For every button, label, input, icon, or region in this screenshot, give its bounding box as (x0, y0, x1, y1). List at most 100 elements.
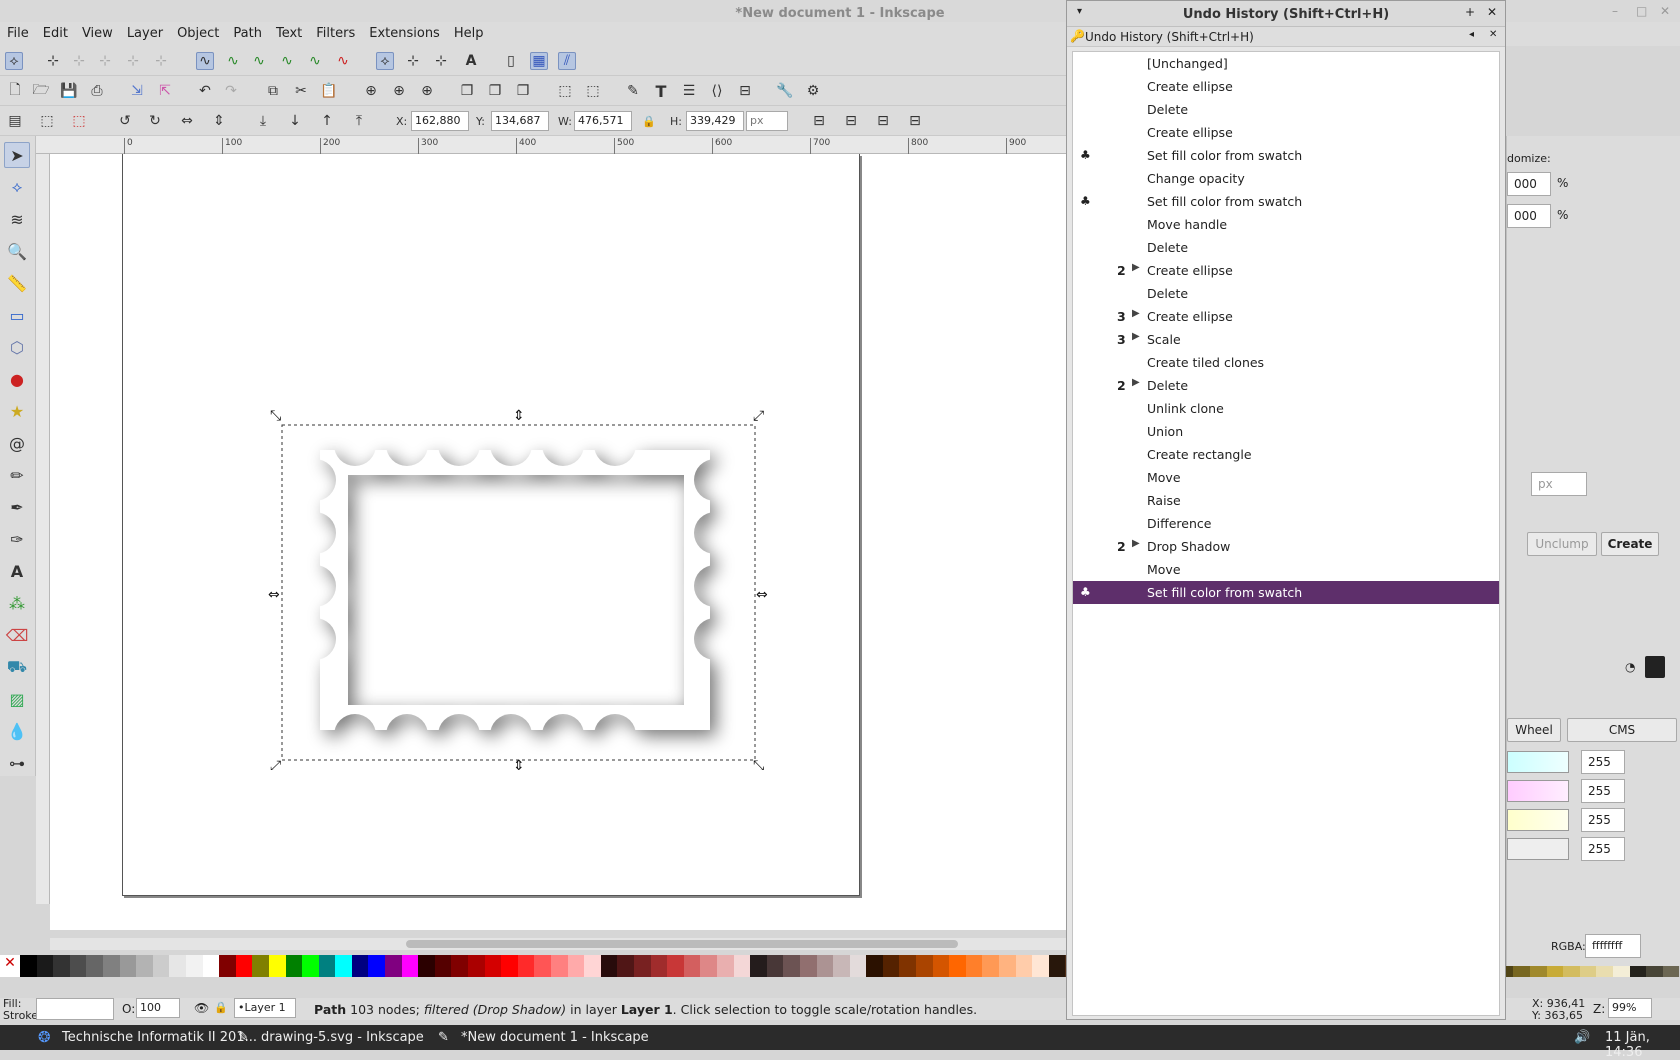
palette-swatch[interactable] (882, 955, 900, 977)
menu-extensions[interactable]: Extensions (362, 22, 447, 45)
palette-swatch[interactable] (86, 955, 103, 977)
fill-rule-nonzero-icon[interactable] (1645, 656, 1665, 678)
text-font-icon[interactable]: T (652, 82, 670, 101)
rotate-cw-icon[interactable]: ↻ (146, 112, 164, 130)
minimize-window-button[interactable]: – (1612, 4, 1618, 18)
fill-stroke-icon[interactable]: ✎ (624, 82, 642, 100)
menu-layer[interactable]: Layer (120, 22, 170, 45)
copy-icon[interactable]: ⧉ (264, 82, 282, 100)
fill-rule-icon[interactable]: ◔ (1625, 660, 1635, 674)
taskbar-item-3[interactable]: *New document 1 - Inkscape (461, 1030, 649, 1045)
history-item[interactable]: ♣ Set fill color from swatch (1073, 144, 1499, 167)
palette-swatch[interactable] (1015, 955, 1033, 977)
scrollbar-thumb[interactable] (406, 940, 958, 948)
gradient-tool-icon[interactable]: ▨ (4, 686, 30, 712)
select-all-icon[interactable]: ▤ (6, 112, 24, 130)
palette-swatch[interactable] (1032, 955, 1049, 977)
eraser-tool-icon[interactable]: ⌫ (4, 622, 30, 648)
node-edit-icon[interactable]: ⟡ (5, 52, 23, 70)
blue-slider[interactable] (1507, 809, 1569, 831)
history-item[interactable]: Delete (1073, 282, 1499, 305)
align-icon[interactable]: ⊟ (736, 82, 754, 100)
palette-swatch[interactable] (69, 955, 87, 977)
palette-swatch[interactable] (484, 955, 502, 977)
width-input[interactable]: 476,571 (574, 111, 632, 131)
auto-node-icon[interactable]: ∿ (278, 52, 296, 70)
palette-swatch[interactable] (318, 955, 336, 977)
spiral-tool-icon[interactable]: @ (4, 430, 30, 456)
history-item[interactable]: 2 ▶ Delete (1073, 374, 1499, 397)
palette-swatch[interactable] (401, 955, 419, 977)
palette-swatch[interactable] (36, 955, 54, 977)
palette-swatch[interactable] (799, 955, 817, 977)
history-item[interactable]: Create ellipse (1073, 121, 1499, 144)
line-segment-icon[interactable]: ∿ (306, 52, 324, 70)
cusp-node-icon[interactable]: ∿ (196, 52, 214, 70)
palette-swatch[interactable] (534, 955, 551, 977)
palette-swatch[interactable] (899, 955, 917, 977)
selector-tool-icon[interactable]: ➤ (4, 142, 30, 168)
expand-arrow-icon[interactable]: ▶ (1132, 308, 1140, 319)
node-tool-icon[interactable]: ⟡ (4, 174, 30, 200)
break-path-icon[interactable]: ⊹ (124, 52, 142, 70)
menu-object[interactable]: Object (170, 22, 226, 45)
lock-icon[interactable]: 🔒 (640, 112, 658, 130)
show-mask-icon[interactable]: ⊹ (404, 52, 422, 70)
palette-swatch[interactable] (1048, 955, 1066, 977)
insert-node-icon[interactable]: ⊹ (44, 52, 62, 70)
palette-swatch[interactable] (932, 955, 950, 977)
palette-swatch[interactable] (965, 955, 983, 977)
duplicate-icon[interactable]: ❐ (458, 82, 476, 100)
show-handles-icon[interactable]: ⟡ (376, 52, 394, 70)
palette-swatch[interactable] (185, 955, 203, 977)
unlink-clone-icon[interactable]: ❐ (514, 82, 532, 100)
toggle-visibility-icon[interactable]: 👁 (194, 1001, 209, 1015)
preferences-icon[interactable]: 🔧 (776, 82, 794, 100)
zoom-input[interactable]: 99% (1608, 998, 1652, 1018)
volume-icon[interactable]: 🔊 (1574, 1030, 1590, 1045)
menu-file[interactable]: File (0, 22, 36, 45)
layers-icon[interactable]: ☰ (680, 82, 698, 100)
opacity-input[interactable]: 100 (136, 998, 180, 1018)
palette-swatch[interactable] (20, 955, 37, 977)
pencil-tool-icon[interactable]: ✏ (4, 462, 30, 488)
history-item[interactable]: 2 ▶ Drop Shadow (1073, 535, 1499, 558)
undo-icon[interactable]: ↶ (196, 82, 214, 100)
open-icon[interactable]: 🗁 (32, 82, 50, 100)
history-item[interactable]: Move handle (1073, 213, 1499, 236)
dock-icon[interactable]: ◂ (1469, 29, 1474, 40)
dialog-close-icon[interactable]: ✕ (1487, 5, 1497, 19)
randomize-spin-2[interactable]: 000 (1507, 204, 1551, 228)
box3d-tool-icon[interactable]: ⬡ (4, 334, 30, 360)
palette-swatch[interactable] (667, 955, 684, 977)
pen-tool-icon[interactable]: ✒ (4, 494, 30, 520)
text-tool-icon[interactable]: A (4, 558, 30, 584)
palette-swatch[interactable] (351, 955, 369, 977)
stamp-drawing[interactable]: ⤡ ⇕ ⤢ ⇔ ⇔ ⤢ ⇕ ⤡ (260, 405, 775, 770)
palette-swatch[interactable] (949, 955, 966, 977)
scale-corners-icon[interactable]: ⊟ (842, 112, 860, 130)
palette-swatch[interactable] (982, 955, 1000, 977)
palette-swatch[interactable] (766, 955, 784, 977)
history-item[interactable]: Change opacity (1073, 167, 1499, 190)
create-button[interactable]: Create (1601, 532, 1659, 556)
palette-swatch[interactable] (849, 955, 867, 977)
start-menu-icon[interactable]: ❂ (38, 1028, 51, 1046)
menu-edit[interactable]: Edit (36, 22, 75, 45)
spray-tool-icon[interactable]: ⁂ (4, 590, 30, 616)
palette-swatch[interactable] (833, 955, 850, 977)
palette-swatch[interactable] (584, 955, 601, 977)
palette-swatch[interactable] (468, 955, 485, 977)
palette-swatch[interactable] (866, 955, 883, 977)
palette-swatch[interactable] (235, 955, 253, 977)
paste-icon[interactable]: 📋 (320, 82, 338, 100)
ellipse-tool-icon[interactable]: ● (4, 366, 30, 392)
unit-dropdown[interactable]: px (1531, 472, 1587, 496)
y-input[interactable]: 134,687 (491, 111, 549, 131)
save-icon[interactable]: 💾 (60, 82, 78, 100)
expand-arrow-icon[interactable]: ▶ (1132, 262, 1140, 273)
join-segment-icon[interactable]: ⊹ (152, 52, 170, 70)
group-icon[interactable]: ⬚ (556, 82, 574, 100)
symmetric-node-icon[interactable]: ∿ (250, 52, 268, 70)
text-path-icon[interactable]: A (462, 52, 480, 70)
